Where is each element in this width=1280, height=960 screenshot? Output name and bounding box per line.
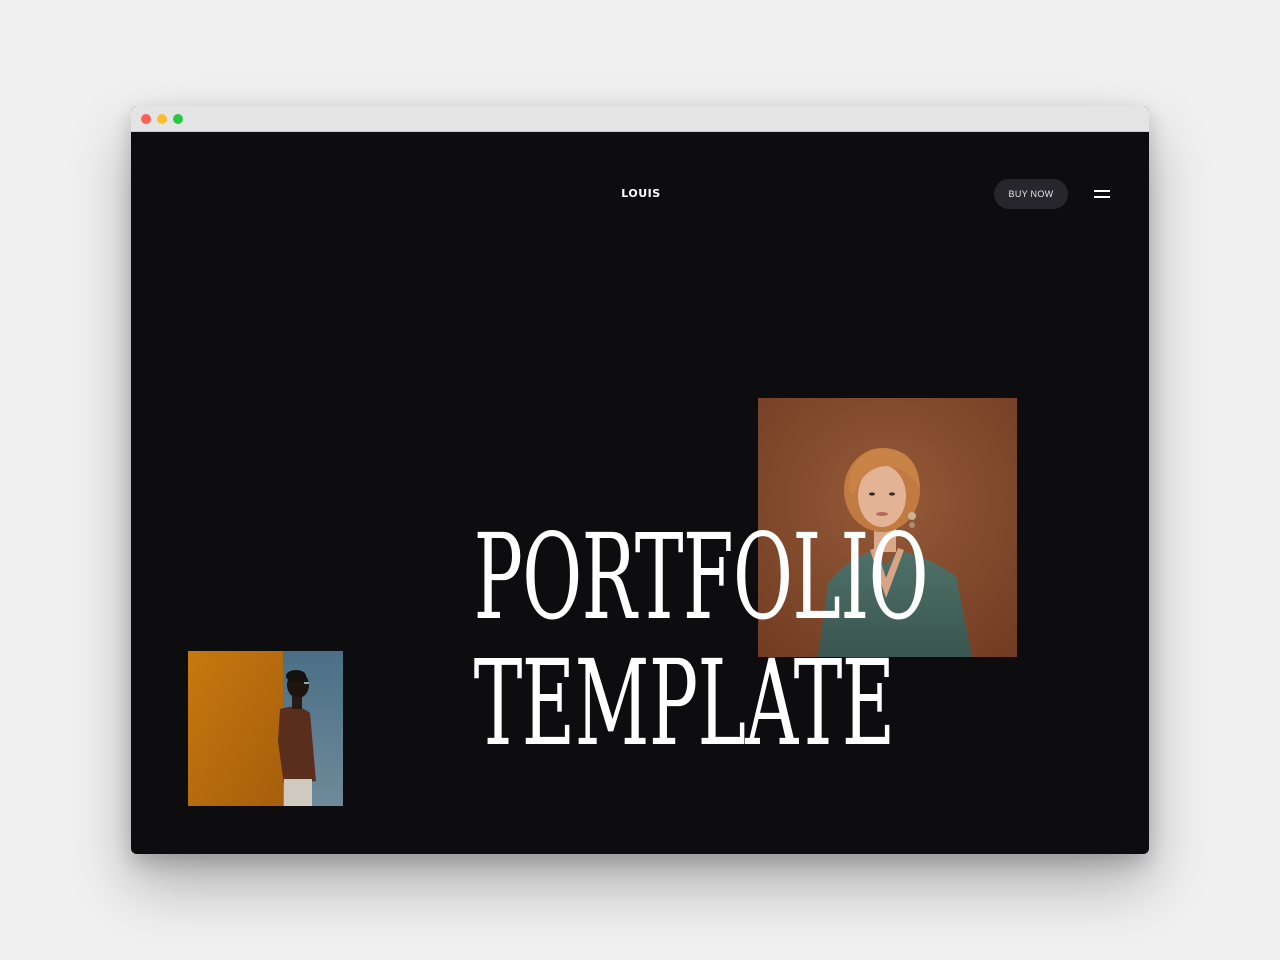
site-logo[interactable]: LOUIS bbox=[621, 187, 661, 200]
portrait-woman-illustration bbox=[758, 398, 1017, 657]
close-window-button[interactable] bbox=[141, 114, 151, 124]
buy-now-button[interactable]: BUY NOW bbox=[994, 179, 1068, 209]
maximize-window-button[interactable] bbox=[173, 114, 183, 124]
browser-window: LOUIS BUY NOW PORTFOLIO TEMPLATE bbox=[131, 106, 1149, 854]
minimize-window-button[interactable] bbox=[157, 114, 167, 124]
menu-bar-bottom bbox=[1094, 196, 1110, 198]
browser-titlebar bbox=[131, 106, 1149, 132]
hamburger-menu-icon[interactable] bbox=[1091, 185, 1113, 203]
profile-man-image bbox=[188, 651, 343, 806]
portfolio-page: LOUIS BUY NOW PORTFOLIO TEMPLATE bbox=[131, 132, 1149, 854]
profile-man-illustration bbox=[188, 651, 343, 806]
menu-bar-top bbox=[1094, 190, 1110, 192]
portrait-woman-image bbox=[758, 398, 1017, 657]
hero-title-line2: TEMPLATE bbox=[473, 633, 896, 772]
